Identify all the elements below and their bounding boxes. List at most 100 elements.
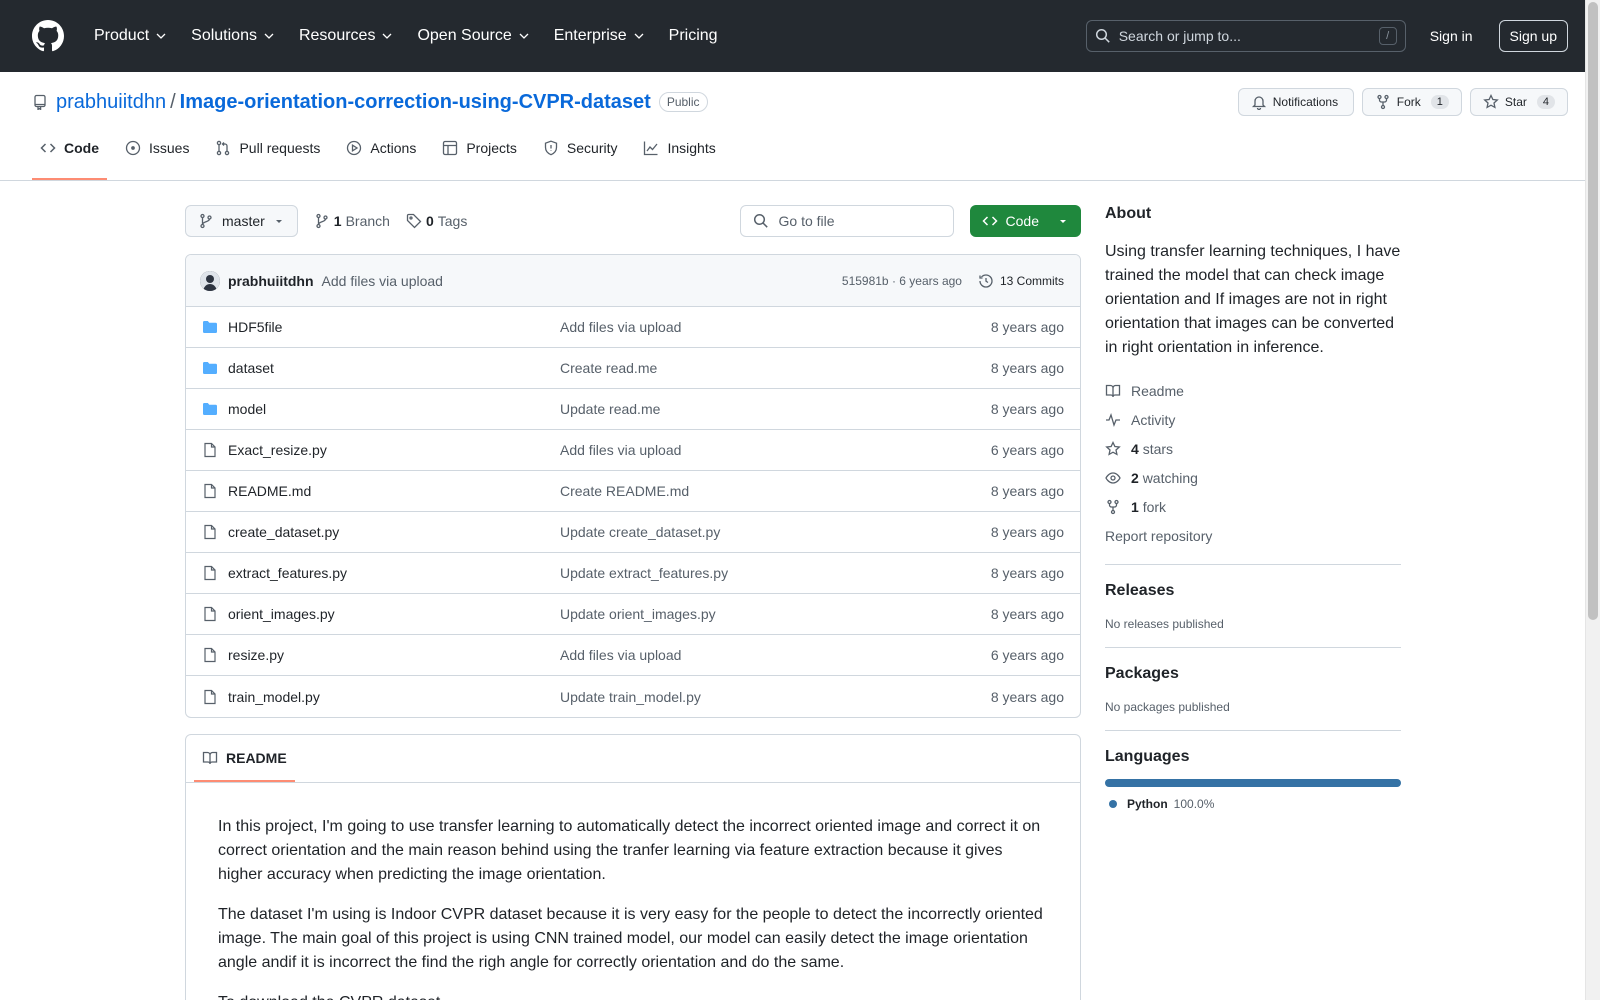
- branch-select-button[interactable]: master: [185, 205, 298, 237]
- tab-issues[interactable]: Issues: [117, 132, 197, 180]
- file-commit-message-link[interactable]: Add files via upload: [560, 319, 991, 335]
- tab-security[interactable]: Security: [535, 132, 626, 180]
- table-row[interactable]: model Update read.me 8 years ago: [186, 389, 1080, 430]
- history-icon: [979, 273, 993, 288]
- notifications-button[interactable]: Notifications: [1237, 88, 1354, 116]
- nav-pricing[interactable]: Pricing: [661, 21, 726, 51]
- language-bar: [1105, 779, 1401, 787]
- scrollbar-thumb[interactable]: [1588, 2, 1598, 620]
- file-icon: [202, 442, 218, 458]
- commits-history-link[interactable]: 13 Commits: [978, 273, 1064, 289]
- nav-solutions[interactable]: Solutions: [183, 21, 283, 51]
- tags-link[interactable]: 0 Tags: [406, 213, 467, 229]
- activity-link[interactable]: Activity: [1105, 405, 1401, 434]
- search-icon: [753, 213, 768, 228]
- bell-icon: [1251, 96, 1266, 110]
- file-name-link[interactable]: HDF5file: [228, 319, 560, 335]
- table-row[interactable]: dataset Create read.me 8 years ago: [186, 348, 1080, 389]
- releases-section: Releases No releases published: [1105, 564, 1401, 631]
- table-icon: [443, 140, 458, 156]
- file-name-link[interactable]: model: [228, 401, 560, 417]
- chevron-down-icon: [156, 33, 166, 39]
- table-row[interactable]: orient_images.py Update orient_images.py 8…: [186, 594, 1080, 635]
- tab-projects[interactable]: Projects: [434, 132, 525, 180]
- readme-header: README: [186, 735, 1080, 783]
- fork-icon: [1377, 94, 1389, 110]
- file-toolbar: master 1 Branch 0 Tags Go to file Code: [185, 204, 1081, 238]
- branches-link[interactable]: 1 Branch: [314, 213, 390, 229]
- packages-heading[interactable]: Packages: [1105, 664, 1401, 684]
- file-name-link[interactable]: create_dataset.py: [228, 524, 560, 540]
- page-scrollbar[interactable]: [1585, 0, 1600, 1000]
- forks-link[interactable]: 1 fork: [1105, 492, 1401, 521]
- file-commit-message-link[interactable]: Create read.me: [560, 360, 991, 376]
- commit-message-link[interactable]: Add files via upload: [322, 273, 443, 289]
- star-button[interactable]: Star 4: [1469, 88, 1568, 116]
- repo-icon: [34, 94, 46, 110]
- language-item[interactable]: Python 100.0%: [1105, 797, 1401, 811]
- watchers-link[interactable]: 2 watching: [1105, 463, 1401, 492]
- releases-empty: No releases published: [1105, 617, 1224, 631]
- file-commit-message-link[interactable]: Update train_model.py: [560, 689, 991, 705]
- file-name-link[interactable]: dataset: [228, 360, 560, 376]
- fork-count: 1: [1430, 95, 1449, 109]
- github-logo-icon[interactable]: [32, 20, 64, 52]
- file-commit-message-link[interactable]: Update orient_images.py: [560, 606, 991, 622]
- tab-actions[interactable]: Actions: [338, 132, 424, 180]
- commit-author-link[interactable]: prabhuiitdhn: [228, 273, 314, 289]
- repo-name-link[interactable]: Image-orientation-correction-using-CVPR-…: [180, 91, 651, 114]
- stars-link[interactable]: 4 stars: [1105, 434, 1401, 463]
- tab-pull-requests[interactable]: Pull requests: [207, 132, 328, 180]
- file-name-link[interactable]: train_model.py: [228, 689, 560, 705]
- file-name-link[interactable]: README.md: [228, 483, 560, 499]
- table-row[interactable]: resize.py Add files via upload 6 years ago: [186, 635, 1080, 676]
- languages-section: Languages Python 100.0%: [1105, 730, 1401, 811]
- avatar[interactable]: [200, 270, 220, 291]
- sign-in-link[interactable]: Sign in: [1430, 28, 1473, 44]
- readme-body: In this project, I'm going to use transf…: [186, 783, 1080, 1000]
- star-count: 4: [1536, 95, 1555, 109]
- readme-link[interactable]: Readme: [1105, 376, 1401, 405]
- readme-tab[interactable]: README: [194, 750, 295, 782]
- file-commit-message-link[interactable]: Add files via upload: [560, 647, 991, 663]
- table-row[interactable]: extract_features.py Update extract_featur…: [186, 553, 1080, 594]
- file-name-link[interactable]: extract_features.py: [228, 565, 560, 581]
- file-commit-time: 8 years ago: [990, 524, 1064, 540]
- report-repository-link[interactable]: Report repository: [1105, 521, 1401, 550]
- file-commit-message-link[interactable]: Add files via upload: [560, 442, 991, 458]
- file-name-link[interactable]: Exact_resize.py: [228, 442, 560, 458]
- file-commit-message-link[interactable]: Update create_dataset.py: [560, 524, 991, 540]
- sign-up-button[interactable]: Sign up: [1498, 20, 1568, 52]
- table-row[interactable]: README.md Create README.md 8 years ago: [186, 471, 1080, 512]
- code-icon: [40, 143, 56, 153]
- tab-insights[interactable]: Insights: [635, 132, 723, 180]
- file-commit-message-link[interactable]: Update extract_features.py: [560, 565, 991, 581]
- file-commit-message-link[interactable]: Update read.me: [560, 401, 991, 417]
- table-row[interactable]: train_model.py Update train_model.py 8 yea…: [186, 676, 1080, 717]
- releases-heading[interactable]: Releases: [1105, 581, 1401, 601]
- nav-open-source[interactable]: Open Source: [409, 21, 537, 51]
- file-commit-message-link[interactable]: Create README.md: [560, 483, 991, 499]
- global-nav: Product Solutions Resources Open Source …: [86, 21, 726, 51]
- global-search-input[interactable]: Search or jump to... /: [1085, 20, 1406, 52]
- nav-enterprise[interactable]: Enterprise: [546, 21, 653, 51]
- table-row[interactable]: HDF5file Add files via upload 8 years ago: [186, 307, 1080, 348]
- table-row[interactable]: Exact_resize.py Add files via upload 6 yea…: [186, 430, 1080, 471]
- table-row[interactable]: create_dataset.py Update create_dataset.p…: [186, 512, 1080, 553]
- repo-actions: Notifications Fork 1 Star 4: [1237, 88, 1568, 116]
- code-dropdown-button[interactable]: Code: [969, 205, 1081, 237]
- nav-product[interactable]: Product: [86, 21, 175, 51]
- fork-button[interactable]: Fork 1: [1361, 88, 1462, 116]
- tab-code[interactable]: Code: [32, 132, 107, 180]
- go-to-file-input[interactable]: Go to file: [739, 205, 954, 237]
- folder-icon: [202, 360, 218, 376]
- search-placeholder: Search or jump to...: [1118, 28, 1241, 44]
- file-name-link[interactable]: resize.py: [228, 647, 560, 663]
- commit-hash-time[interactable]: 515981b · 6 years ago: [842, 274, 962, 288]
- play-icon: [347, 140, 362, 156]
- repo-owner-link[interactable]: prabhuiitdhn: [56, 91, 166, 114]
- nav-resources[interactable]: Resources: [291, 21, 401, 51]
- file-name-link[interactable]: orient_images.py: [228, 606, 560, 622]
- file-commit-time: 8 years ago: [990, 483, 1064, 499]
- branch-icon: [200, 213, 212, 229]
